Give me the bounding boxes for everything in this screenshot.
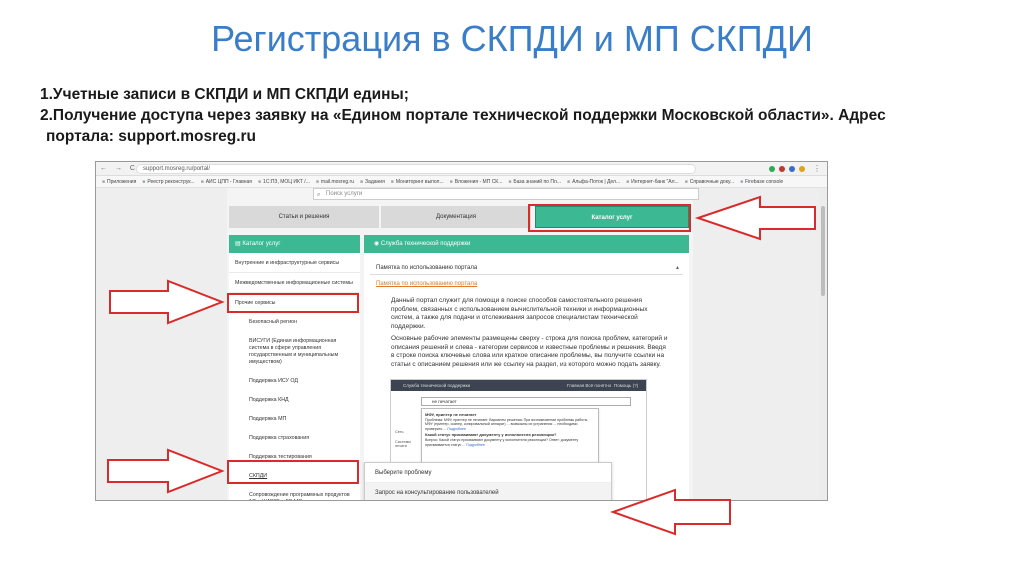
portal-instructions: Основные рабочие элементы размещены свер… xyxy=(391,335,668,368)
bookmark-item[interactable]: База знаний по Пл... xyxy=(508,176,561,187)
support-icon: ◉ xyxy=(374,241,381,247)
bookmark-item[interactable]: Вложения - МП СК... xyxy=(450,176,503,187)
chevron-up-icon[interactable]: ▴ xyxy=(676,261,679,275)
address-bar: ← → C support.mosreg.ru/portal/ ⋮ xyxy=(96,162,827,176)
search-icon: ⌕ xyxy=(317,192,321,198)
nav-buttons[interactable]: ← → C xyxy=(100,165,138,172)
dropdown-option[interactable]: Выберите проблему xyxy=(365,463,611,483)
scrollbar-thumb[interactable] xyxy=(821,206,825,296)
tab-docs[interactable]: Документация xyxy=(381,206,531,228)
slide-title: Регистрация в СКПДИ и МП СКПДИ xyxy=(211,18,813,59)
mini-left-item: Системы печати xyxy=(395,440,411,448)
highlight-skpdi xyxy=(227,460,359,484)
bookmark-item[interactable]: 1С:ПЗ, МОЦ ИКТ /... xyxy=(258,176,310,187)
tab-articles[interactable]: Статьи и решения xyxy=(229,206,379,228)
bookmark-item[interactable]: Firebase console xyxy=(740,176,783,187)
browser-screenshot: ← → C support.mosreg.ru/portal/ ⋮ Прилож… xyxy=(95,161,828,501)
bullet-2: 2.Получение доступа через заявку на «Еди… xyxy=(40,107,886,124)
bookmark-item[interactable]: Приложения xyxy=(102,176,136,187)
bookmark-item[interactable]: Задания xyxy=(360,176,385,187)
memo-accordion[interactable]: Памятка по использованию портала ▴ xyxy=(370,261,683,275)
url-field[interactable]: support.mosreg.ru/portal/ xyxy=(136,164,696,174)
extension-icon[interactable] xyxy=(789,166,795,172)
scrollbar[interactable] xyxy=(819,188,827,500)
sidebar-sub-item[interactable]: Поддержка ИСУ ОД xyxy=(229,372,360,391)
memo-link[interactable]: Памятка по использованию портала xyxy=(376,281,477,287)
search-input[interactable]: ⌕ Поиск услуги xyxy=(313,188,699,200)
menu-icon[interactable]: ⋮ xyxy=(813,164,821,173)
sidebar-sub-item[interactable]: Сопровождение программных продуктов 1С в… xyxy=(229,486,360,500)
bullet-2-cont: портала: support.mosreg.ru xyxy=(46,128,257,145)
portal-page: ⌕ Поиск услуги Статьи и решения Документ… xyxy=(96,188,827,500)
bookmarks-bar: Приложения Реестр реконструк... АИС ЦПП - … xyxy=(96,176,827,188)
highlight-other-services xyxy=(227,293,359,313)
sidebar-sub-item[interactable]: Поддержка КНД xyxy=(229,391,360,410)
bullet-1: 1.Учетные записи в СКПДИ и МП СКПДИ един… xyxy=(40,86,409,103)
highlight-catalog-tab xyxy=(528,204,691,232)
search-placeholder: Поиск услуги xyxy=(326,191,363,197)
bookmark-item[interactable]: mail.mosreg.ru xyxy=(316,176,354,187)
bookmark-item[interactable]: Интернет-банк "Ал... xyxy=(626,176,679,187)
bookmark-item[interactable]: Мониторинг выпол... xyxy=(391,176,444,187)
sidebar-sub-item[interactable]: Поддержка страхования xyxy=(229,429,360,448)
sidebar-item-interagency[interactable]: Межведомственные информационные системы xyxy=(229,273,360,293)
mini-header: Служба технической поддержки Главная Всё… xyxy=(391,380,646,391)
problem-dropdown: Выберите проблему Запрос на консультиров… xyxy=(364,462,612,500)
extension-icon[interactable] xyxy=(779,166,785,172)
portal-description: Данный портал служит для помощи в поиске… xyxy=(391,297,648,330)
bookmark-item[interactable]: АИС ЦПП - Главная xyxy=(201,176,252,187)
sidebar-header: ▤ Каталог услуг xyxy=(229,235,360,253)
extension-icon[interactable] xyxy=(799,166,805,172)
sidebar-item-internal[interactable]: Внутренние и инфраструктурные сервисы xyxy=(229,253,360,273)
sidebar-sub-item[interactable]: ВИСУГИ (Единая информационная система в … xyxy=(229,332,360,372)
bookmark-item[interactable]: Альфа-Поток | Дел... xyxy=(567,176,620,187)
mini-suggestions: МФУ, принтер не печатает Проблема: МФУ, … xyxy=(421,408,599,470)
bookmark-item[interactable]: Справочные доку... xyxy=(685,176,734,187)
mini-search-input: не печатает xyxy=(421,397,631,406)
sidebar-sub-item[interactable]: Поддержка МП xyxy=(229,410,360,429)
main-header: ◉ Служба технической поддержки xyxy=(364,235,689,253)
bullet-list: 1.Учетные записи в СКПДИ и МП СКПДИ един… xyxy=(40,84,1000,147)
bookmark-item[interactable]: Реестр реконструк... xyxy=(142,176,194,187)
dropdown-option[interactable]: Запрос на консультирование пользователей xyxy=(365,483,611,500)
sidebar-sub-item[interactable]: Безопасный регион xyxy=(229,313,360,332)
extension-icon[interactable] xyxy=(769,166,775,172)
mini-left-item: Сеть xyxy=(395,430,404,434)
